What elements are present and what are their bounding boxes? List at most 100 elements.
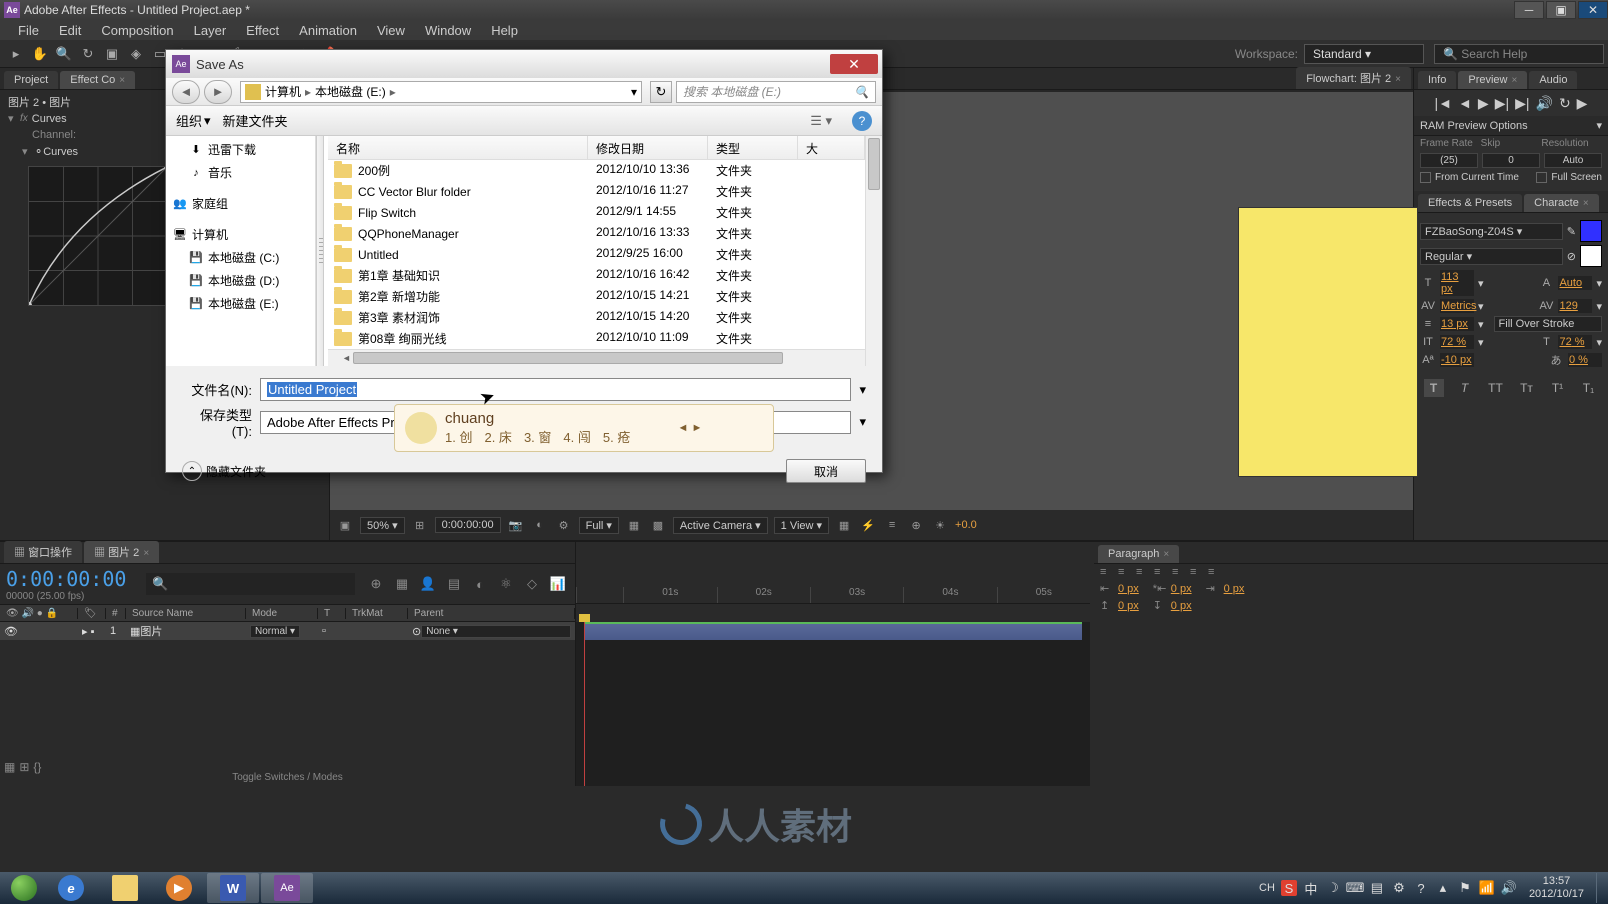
tree-homegroup[interactable]: 👥家庭组 <box>166 192 315 215</box>
tray-hide-icon[interactable]: ▴ <box>1435 880 1451 896</box>
draft-3d-button[interactable]: ▦ <box>392 575 412 593</box>
file-list[interactable]: 200例2012/10/10 13:36文件夹CC Vector Blur fo… <box>328 160 865 349</box>
vertical-scrollbar[interactable] <box>865 136 882 366</box>
resolution-dropdown[interactable]: Full ▾ <box>579 517 619 534</box>
first-frame-button[interactable]: |◄ <box>1435 95 1453 111</box>
resolution-dropdown[interactable]: Auto <box>1544 153 1602 168</box>
parent-dropdown[interactable]: None ▾ <box>421 625 571 638</box>
timeline-track-area[interactable] <box>576 622 1090 786</box>
comp-mini-flowchart-button[interactable]: ⊕ <box>366 575 386 593</box>
superscript-button[interactable]: T¹ <box>1548 379 1568 397</box>
dialog-close-button[interactable]: ✕ <box>830 54 878 74</box>
tree-music[interactable]: ♪音乐 <box>166 161 315 184</box>
align-right-button[interactable]: ≡ <box>1136 566 1150 578</box>
file-row[interactable]: QQPhoneManager2012/10/16 13:33文件夹 <box>328 223 865 244</box>
font-weight-dropdown[interactable]: Regular ▾ <box>1420 248 1563 265</box>
menu-composition[interactable]: Composition <box>91 21 183 40</box>
layer-mode-dropdown[interactable]: Normal ▾ <box>250 625 300 638</box>
ime-candidate-1[interactable]: 1. 创 <box>445 427 472 446</box>
fill-color-swatch[interactable] <box>1580 220 1602 242</box>
font-family-dropdown[interactable]: FZBaoSong-Z04S ▾ <box>1420 223 1563 240</box>
ime-candidate-5[interactable]: 5. 疮 <box>603 427 630 446</box>
start-button[interactable] <box>4 872 44 904</box>
tree-splitter[interactable] <box>316 136 324 366</box>
menu-help[interactable]: Help <box>481 21 528 40</box>
curves-graph[interactable] <box>28 166 168 306</box>
menu-window[interactable]: Window <box>415 21 481 40</box>
taskbar-word[interactable]: W <box>207 873 259 903</box>
col-trkmat-header[interactable]: TrkMat <box>346 608 408 619</box>
file-row[interactable]: Untitled2012/9/25 16:00文件夹 <box>328 244 865 265</box>
col-parent-header[interactable]: Parent <box>408 608 575 619</box>
taskbar-media-player[interactable]: ▶ <box>153 873 205 903</box>
layer-name[interactable]: 图片 <box>140 623 162 639</box>
rgb-icon[interactable]: ⚙ <box>555 516 573 534</box>
ime-next-button[interactable]: ► <box>691 422 703 434</box>
last-frame-button[interactable]: ▶| <box>1515 95 1529 112</box>
eyedropper-icon[interactable]: ✎ <box>1567 225 1576 238</box>
horizontal-scrollbar[interactable] <box>328 349 865 366</box>
tab-info[interactable]: Info <box>1418 71 1456 89</box>
no-stroke-icon[interactable]: ⊘ <box>1567 250 1576 263</box>
col-mode-header[interactable]: Mode <box>246 608 318 619</box>
tab-character[interactable]: Characte× <box>1524 194 1598 212</box>
breadcrumb[interactable]: 计算机▸ 本地磁盘 (E:)▸ ▾ <box>240 81 642 103</box>
nav-forward-button[interactable]: ► <box>204 80 232 104</box>
roi-icon[interactable]: ▦ <box>625 516 643 534</box>
tab-preview[interactable]: Preview× <box>1458 71 1527 89</box>
magnification-icon[interactable]: ▣ <box>336 516 354 534</box>
pixel-aspect-icon[interactable]: ▦ <box>835 516 853 534</box>
organize-button[interactable]: 组织 ▾ <box>176 111 211 130</box>
graph-editor-button[interactable]: 📊 <box>548 575 568 593</box>
motion-blur-button[interactable]: ◐ <box>470 575 490 593</box>
ram-preview-button[interactable]: ▶ <box>1577 95 1588 112</box>
menu-animation[interactable]: Animation <box>289 21 367 40</box>
comp-flowchart-icon[interactable]: ⊕ <box>907 516 925 534</box>
filename-input[interactable]: Untitled Project <box>260 378 851 401</box>
tray-menu-icon[interactable]: ▤ <box>1369 880 1385 896</box>
tab-window-ops[interactable]: ▦ 窗口操作 <box>4 541 82 563</box>
help-search-input[interactable]: 🔍 Search Help <box>1434 44 1604 64</box>
reset-exposure-icon[interactable]: ☀ <box>931 516 949 534</box>
refresh-button[interactable]: ↻ <box>650 81 672 103</box>
auto-keyframe-button[interactable]: ◇ <box>522 575 542 593</box>
transparency-icon[interactable]: ▩ <box>649 516 667 534</box>
snapshot-icon[interactable]: 📷 <box>507 516 525 534</box>
zoom-dropdown[interactable]: 50% ▾ <box>360 517 405 534</box>
taskbar-explorer[interactable] <box>99 873 151 903</box>
channel-icon[interactable]: ◐ <box>531 516 549 534</box>
tray-lang[interactable]: CH <box>1259 882 1275 894</box>
stroke-mode-dropdown[interactable]: Fill Over Stroke <box>1494 316 1602 332</box>
file-row[interactable]: 第2章 新增功能2012/10/15 14:21文件夹 <box>328 286 865 307</box>
space-before-input[interactable]: 0 px <box>1118 600 1139 612</box>
stroke-color-swatch[interactable] <box>1580 245 1602 267</box>
workspace-dropdown[interactable]: Standard ▾ <box>1304 44 1424 64</box>
new-folder-button[interactable]: 新建文件夹 <box>223 111 288 130</box>
skip-dropdown[interactable]: 0 <box>1482 153 1540 168</box>
frame-rate-dropdown[interactable]: (25) <box>1420 153 1478 168</box>
tray-ime-mode-icon[interactable]: 中 <box>1303 880 1319 896</box>
next-frame-button[interactable]: ▶| <box>1495 95 1509 112</box>
full-screen-checkbox[interactable] <box>1536 172 1547 183</box>
tab-audio[interactable]: Audio <box>1529 71 1577 89</box>
effect-curves[interactable]: Curves <box>32 113 67 125</box>
exposure-value[interactable]: +0.0 <box>955 519 977 531</box>
tab-comp-timeline[interactable]: ▦ 图片 2× <box>84 541 159 563</box>
mute-button[interactable]: 🔊 <box>1536 95 1553 112</box>
col-name-header[interactable]: 名称 <box>328 136 588 159</box>
tray-keyboard-icon[interactable]: ⌨ <box>1347 880 1363 896</box>
indent-right-input[interactable]: 0 px <box>1224 583 1245 595</box>
tray-clock[interactable]: 13:57 2012/10/17 <box>1529 875 1584 901</box>
tab-paragraph[interactable]: Paragraph× <box>1098 545 1179 563</box>
minimize-button[interactable]: ─ <box>1514 1 1544 19</box>
italic-button[interactable]: T <box>1455 379 1475 397</box>
tree-drive-d[interactable]: 💾本地磁盘 (D:) <box>166 269 315 292</box>
tray-sogou-icon[interactable]: S <box>1281 880 1297 896</box>
baseline-input[interactable]: -10 px <box>1440 353 1474 367</box>
tab-project[interactable]: Project <box>4 71 58 89</box>
smallcaps-button[interactable]: Tᴛ <box>1517 379 1537 397</box>
stroke-width-input[interactable]: 13 px <box>1440 317 1474 331</box>
file-row[interactable]: Flip Switch2012/9/1 14:55文件夹 <box>328 202 865 223</box>
align-left-button[interactable]: ≡ <box>1100 566 1114 578</box>
cancel-button[interactable]: 取消 <box>786 459 866 483</box>
